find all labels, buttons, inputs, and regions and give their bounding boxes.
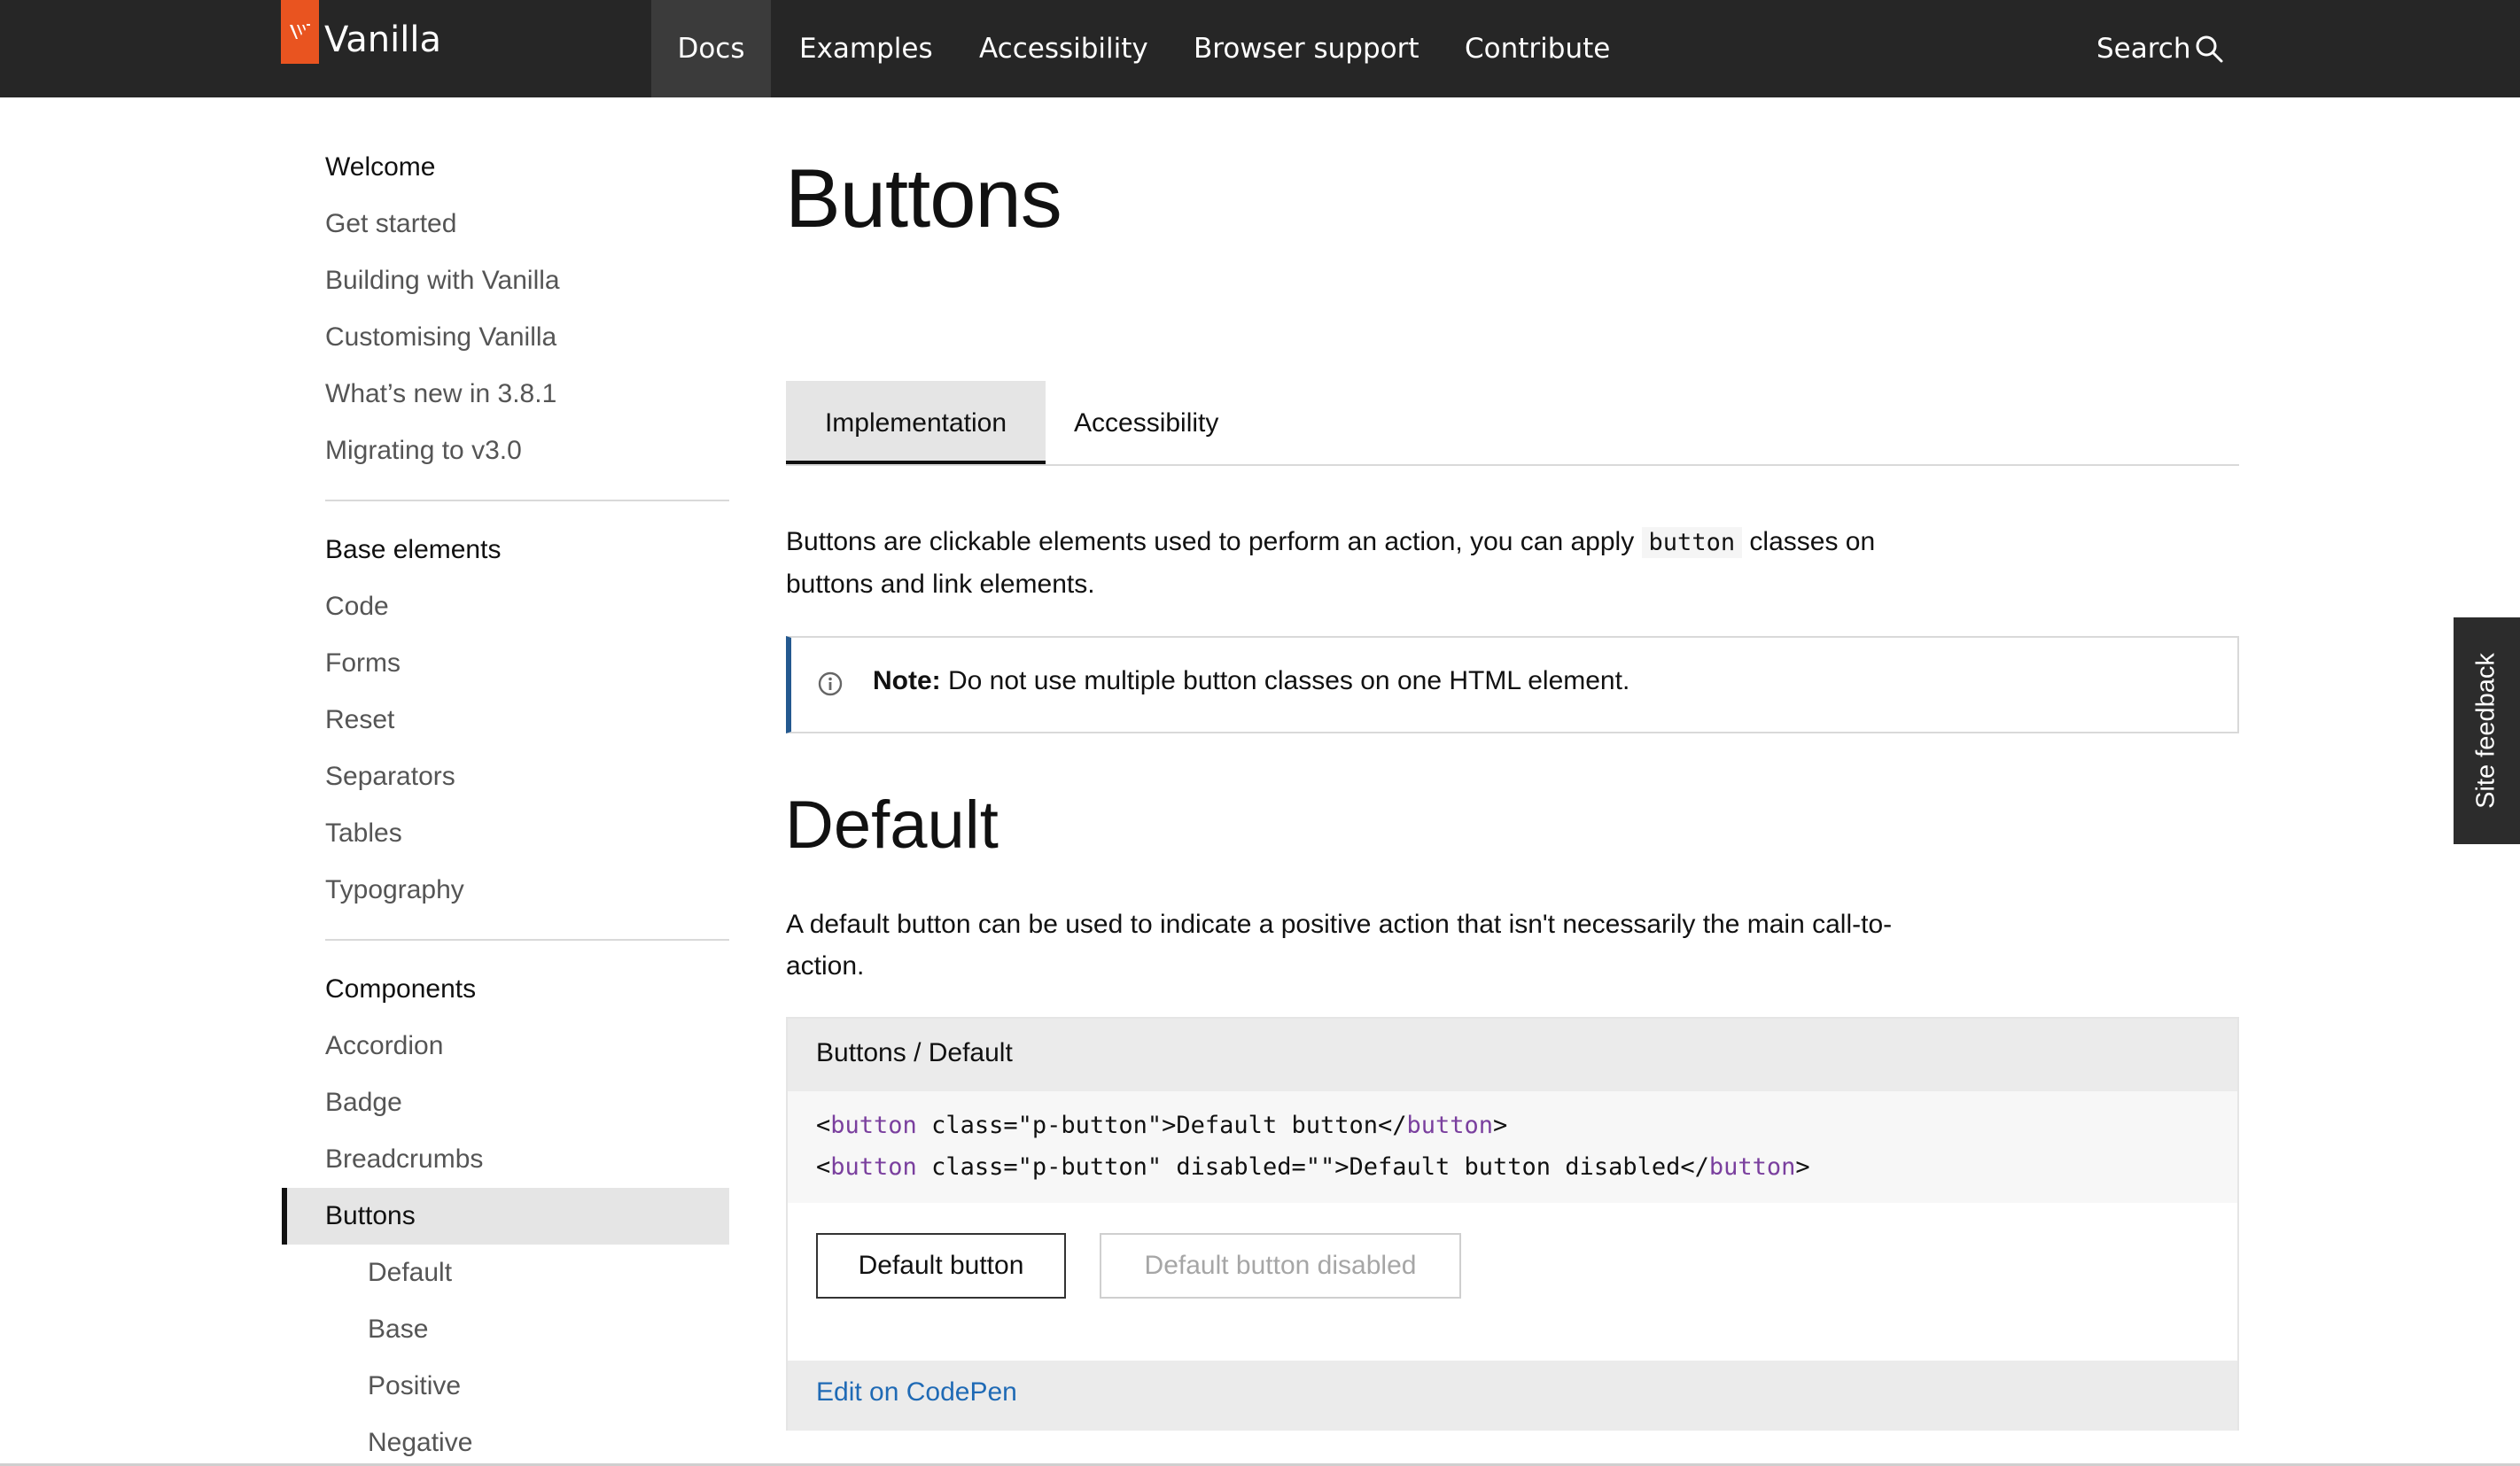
sidebar-item-buttons[interactable]: Buttons [325, 1201, 416, 1231]
nav-contribute[interactable]: Contribute [1465, 0, 1610, 97]
intro-text: Buttons are clickable elements used to p… [786, 521, 1938, 605]
tabs-divider [786, 464, 2239, 466]
sidebar-item-customising-vanilla[interactable]: Customising Vanilla [325, 322, 556, 353]
vanilla-logo-icon[interactable] [281, 0, 319, 64]
nav-browser-support[interactable]: Browser support [1194, 0, 1419, 97]
section-description: A default button can be used to indicate… [786, 910, 1893, 981]
sidebar-subitem-default[interactable]: Default [368, 1258, 452, 1288]
nav-accessibility[interactable]: Accessibility [979, 0, 1148, 97]
note-text: Note: Do not use multiple button classes… [873, 666, 1629, 696]
search-icon[interactable] [2194, 34, 2224, 67]
sidebar-item-building-with-vanilla[interactable]: Building with Vanilla [325, 266, 560, 296]
sidebar-item-breadcrumbs[interactable]: Breadcrumbs [325, 1144, 483, 1175]
edit-on-codepen-link[interactable]: Edit on CodePen [816, 1377, 1017, 1408]
brand-name[interactable]: Vanilla [324, 19, 441, 60]
tab-accessibility[interactable]: Accessibility [1074, 381, 1218, 466]
sidebar-item-code[interactable]: Code [325, 592, 389, 622]
sidebar-item-get-started[interactable]: Get started [325, 209, 456, 239]
intro-text-start: Buttons are clickable elements used to p… [786, 527, 1642, 556]
nav-docs[interactable]: Docs [651, 0, 771, 97]
sidebar-heading-components[interactable]: Components [325, 974, 476, 1004]
sidebar-active-indicator [282, 1188, 287, 1245]
sidebar-item-migrating[interactable]: Migrating to v3.0 [325, 436, 522, 466]
sidebar-heading-welcome[interactable]: Welcome [325, 152, 435, 182]
sidebar-item-tables[interactable]: Tables [325, 818, 402, 849]
page-title: Buttons [785, 151, 1062, 244]
sidebar-item-badge[interactable]: Badge [325, 1088, 402, 1118]
sidebar-subitem-negative[interactable]: Negative [368, 1428, 472, 1458]
sidebar-item-reset[interactable]: Reset [325, 705, 394, 735]
code-line-1: <button class="p-button">Default button<… [816, 1112, 1508, 1139]
sidebar-item-whats-new[interactable]: What’s new in 3.8.1 [325, 379, 556, 409]
tab-implementation[interactable]: Implementation [786, 381, 1046, 466]
site-feedback-label[interactable]: Site feedback [2472, 653, 2501, 809]
inline-code-button: button [1641, 527, 1743, 558]
sidebar-heading-base-elements[interactable]: Base elements [325, 535, 501, 565]
search-button[interactable]: Search [2096, 0, 2191, 97]
default-button[interactable]: Default button [816, 1233, 1066, 1299]
example-title: Buttons / Default [816, 1038, 1013, 1067]
sidebar-separator [325, 500, 729, 501]
info-icon [817, 671, 844, 701]
sidebar-subitem-positive[interactable]: Positive [368, 1371, 461, 1401]
sidebar-separator [325, 939, 729, 941]
note-label: Note: [873, 666, 941, 695]
nav-examples[interactable]: Examples [799, 0, 933, 97]
sidebar-subitem-base[interactable]: Base [368, 1315, 428, 1345]
code-line-2: <button class="p-button" disabled="">Def… [816, 1153, 1810, 1181]
sidebar-item-accordion[interactable]: Accordion [325, 1031, 443, 1061]
sidebar-item-typography[interactable]: Typography [325, 875, 464, 905]
code-block [788, 1091, 2237, 1203]
default-button-disabled: Default button disabled [1100, 1233, 1461, 1299]
section-title-default: Default [785, 787, 999, 863]
sidebar-item-separators[interactable]: Separators [325, 762, 455, 792]
note-message: Do not use multiple button classes on on… [940, 666, 1630, 695]
sidebar-item-forms[interactable]: Forms [325, 648, 401, 679]
